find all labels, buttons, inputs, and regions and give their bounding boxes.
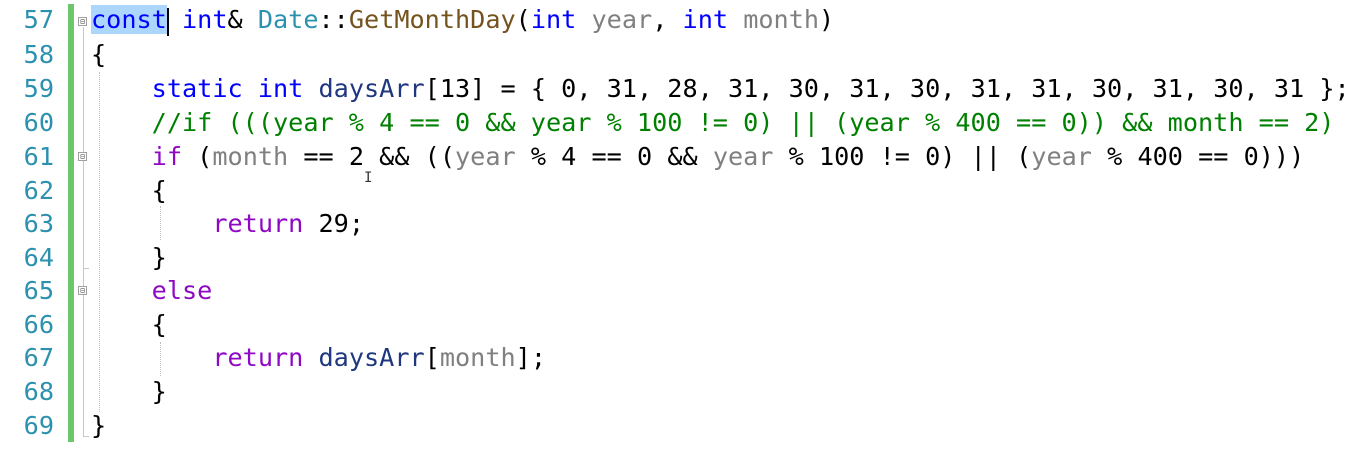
code-token: == 2 && ((	[288, 142, 455, 171]
code-line[interactable]: 65 else	[0, 274, 1356, 308]
code-token: {	[91, 176, 167, 205]
code-token: Date	[257, 5, 319, 34]
code-editor[interactable]: ⊟ ⊟ ⊟ 57 const int& Date::GetMonthDay(int…	[0, 0, 1356, 451]
code-line[interactable]: 59 static int daysArr[13] = { 0, 31, 28,…	[0, 72, 1356, 106]
code-token: % 4 == 0 &&	[515, 142, 713, 171]
code-token: if	[151, 142, 183, 171]
code-token: &	[227, 5, 258, 34]
ibeam-cursor-icon: I	[364, 170, 373, 186]
code-token: [	[424, 343, 440, 372]
line-number: 59	[23, 74, 54, 103]
code-token: }	[91, 377, 167, 406]
code-token: (	[182, 142, 213, 171]
code-token: {	[91, 310, 167, 339]
code-token: % 100 != 0) || (	[773, 142, 1032, 171]
code-token: return	[212, 343, 304, 372]
code-token: % 400 == 0)))	[1091, 142, 1305, 171]
code-token: year	[455, 142, 516, 171]
code-token: int	[257, 74, 304, 103]
code-token: const	[91, 5, 167, 34]
code-token: int	[530, 5, 577, 34]
line-code[interactable]: const int& Date::GetMonthDay(int year, i…	[91, 3, 834, 37]
code-line[interactable]: 64 }	[0, 241, 1356, 275]
line-number: 60	[23, 108, 54, 137]
line-number: 64	[23, 243, 54, 272]
line-number: 65	[23, 276, 54, 305]
line-code[interactable]: static int daysArr[13] = { 0, 31, 28, 31…	[91, 72, 1350, 106]
code-line[interactable]: 58 {	[0, 38, 1356, 72]
line-code[interactable]: return 29;	[91, 207, 364, 241]
line-code[interactable]: //if (((year % 4 == 0 && year % 100 != 0…	[91, 106, 1335, 140]
code-token: return	[212, 209, 304, 238]
line-code[interactable]: return daysArr[month];	[91, 341, 546, 375]
code-token: }	[91, 411, 107, 440]
code-line[interactable]: 69}	[0, 409, 1356, 443]
code-token: month	[439, 343, 516, 372]
code-token: else	[151, 276, 213, 305]
code-token: ::	[318, 5, 349, 34]
code-line[interactable]: 60 //if (((year % 4 == 0 && year % 100 !…	[0, 106, 1356, 140]
code-token: year	[591, 5, 653, 34]
code-token: month	[212, 142, 289, 171]
code-token: ];	[515, 343, 546, 372]
line-number: 57	[23, 5, 54, 34]
line-code[interactable]: {	[91, 308, 167, 342]
code-line[interactable]: 62 {	[0, 174, 1356, 208]
code-token: year	[712, 142, 774, 171]
code-line[interactable]: 61 if (month == 2 && ((year % 4 == 0 && …	[0, 140, 1356, 174]
code-token: daysArr	[318, 74, 425, 103]
code-token: {	[91, 40, 107, 69]
code-token: int	[182, 5, 228, 34]
line-number: 66	[23, 310, 54, 339]
code-line[interactable]: 68 }	[0, 375, 1356, 409]
line-code[interactable]: else	[91, 274, 213, 308]
code-line[interactable]: 66 {	[0, 308, 1356, 342]
line-code[interactable]: }	[91, 409, 106, 443]
line-code[interactable]: {	[91, 174, 167, 208]
line-number: 61	[23, 142, 54, 171]
line-number: 67	[23, 343, 54, 372]
code-token: int	[682, 5, 729, 34]
code-token: (	[515, 5, 531, 34]
code-token: )	[819, 5, 835, 34]
code-token: year	[1031, 142, 1092, 171]
code-token: month	[743, 5, 820, 34]
code-token: GetMonthDay	[348, 5, 516, 34]
line-number: 62	[23, 176, 54, 205]
line-code[interactable]: }	[91, 241, 167, 275]
code-line[interactable]: 57 const int& Date::GetMonthDay(int year,…	[0, 3, 1356, 37]
line-number: 69	[23, 411, 54, 440]
code-token: daysArr	[318, 343, 425, 372]
code-token: //if (((year % 4 == 0 && year % 100 != 0…	[151, 108, 1335, 137]
line-code[interactable]: }	[91, 375, 167, 409]
code-line[interactable]: 63 return 29;	[0, 207, 1356, 241]
line-number: 63	[23, 209, 54, 238]
code-token: static	[151, 74, 243, 103]
line-code[interactable]: if (month == 2 && ((year % 4 == 0 && yea…	[91, 140, 1305, 174]
text-caret	[167, 8, 169, 36]
code-token: [13] = { 0, 31, 28, 31, 30, 31, 30, 31, …	[424, 74, 1350, 103]
line-number: 68	[23, 377, 54, 406]
code-token: ,	[652, 5, 683, 34]
line-code[interactable]: {	[91, 38, 106, 72]
code-line[interactable]: 67 return daysArr[month];	[0, 341, 1356, 375]
code-token: 29;	[303, 209, 364, 238]
code-token: }	[91, 243, 167, 272]
line-number: 58	[23, 40, 54, 69]
